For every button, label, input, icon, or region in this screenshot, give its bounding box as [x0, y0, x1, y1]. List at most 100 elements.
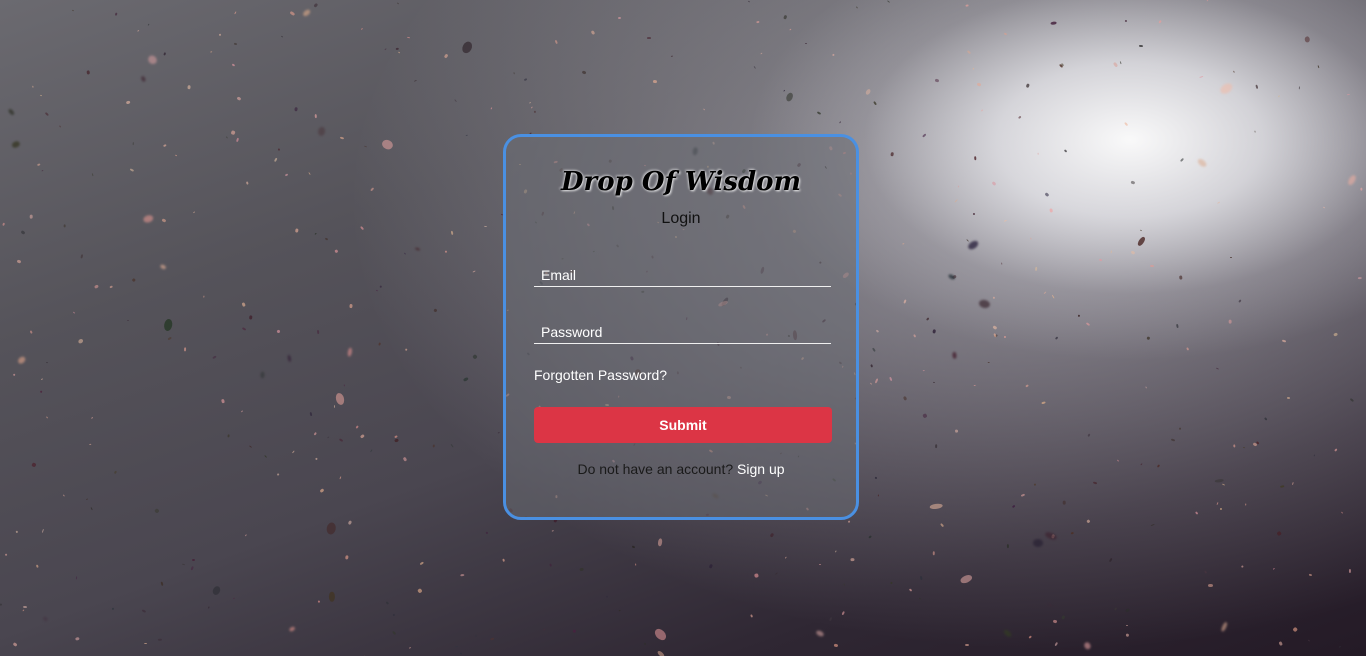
- petal-particle: [1287, 397, 1291, 399]
- petal-particle: [1170, 438, 1176, 442]
- petal-particle: [347, 520, 352, 525]
- petal-particle: [1178, 427, 1181, 431]
- petal-particle: [20, 230, 26, 235]
- petal-particle: [356, 425, 360, 429]
- petal-particle: [1141, 463, 1143, 466]
- forgot-password-link[interactable]: Forgotten Password?: [534, 367, 667, 383]
- petal-particle: [333, 404, 335, 408]
- petal-particle: [143, 643, 147, 645]
- petal-particle: [210, 585, 222, 597]
- petal-particle: [284, 173, 289, 177]
- petal-particle: [785, 556, 788, 559]
- petal-particle: [294, 228, 299, 234]
- petal-particle: [1339, 645, 1342, 648]
- petal-particle: [656, 649, 665, 656]
- petal-particle: [618, 17, 622, 20]
- petal-particle: [973, 155, 977, 161]
- petal-particle: [41, 378, 44, 381]
- petal-particle: [445, 250, 448, 254]
- petal-particle: [308, 172, 311, 176]
- password-field[interactable]: [534, 321, 831, 343]
- petal-particle: [160, 581, 164, 587]
- petal-particle: [972, 212, 975, 215]
- petal-particle: [974, 385, 976, 387]
- petal-particle: [192, 558, 195, 561]
- petal-particle: [1157, 464, 1161, 469]
- petal-particle: [142, 214, 155, 225]
- petal-particle: [12, 373, 16, 377]
- petal-particle: [1051, 294, 1055, 299]
- petal-particle: [316, 126, 326, 137]
- petal-particle: [1011, 504, 1016, 509]
- petal-particle: [534, 110, 537, 114]
- petal-particle: [912, 334, 917, 339]
- petal-particle: [1049, 207, 1054, 213]
- petal-particle: [971, 66, 974, 70]
- petal-particle: [834, 550, 837, 553]
- petal-particle: [513, 72, 516, 76]
- petal-particle: [1052, 619, 1058, 624]
- petal-particle: [1125, 633, 1129, 637]
- petal-particle: [433, 307, 438, 312]
- petal-particle: [1222, 483, 1226, 486]
- petal-particle: [345, 555, 350, 560]
- petal-particle: [1228, 319, 1233, 325]
- petal-particle: [1313, 454, 1316, 457]
- petal-particle: [1341, 511, 1344, 514]
- petal-particle: [163, 144, 167, 148]
- petal-particle: [378, 342, 382, 347]
- petal-particle: [918, 597, 921, 600]
- petal-particle: [1033, 538, 1044, 547]
- petal-particle: [1002, 628, 1013, 639]
- petal-particle: [523, 78, 528, 82]
- petal-particle: [964, 643, 969, 646]
- petal-particle: [218, 33, 221, 37]
- petal-particle: [1054, 335, 1059, 340]
- petal-particle: [375, 289, 378, 292]
- petal-particle: [276, 473, 280, 477]
- petal-particle: [395, 439, 400, 443]
- petal-particle: [1139, 229, 1143, 231]
- petal-particle: [193, 211, 196, 214]
- petal-particle: [1360, 187, 1363, 191]
- submit-button[interactable]: Submit: [534, 407, 832, 443]
- petal-particle: [397, 51, 401, 55]
- petal-particle: [839, 121, 842, 124]
- petal-particle: [1050, 21, 1057, 25]
- petal-particle: [573, 629, 577, 634]
- petal-particle: [618, 609, 621, 612]
- petal-particle: [329, 591, 336, 602]
- petal-particle: [80, 254, 84, 259]
- email-field[interactable]: [534, 264, 831, 286]
- petal-particle: [474, 635, 478, 638]
- petal-particle: [847, 520, 850, 523]
- petal-particle: [543, 628, 546, 631]
- petal-particle: [380, 138, 394, 151]
- petal-particle: [1041, 401, 1046, 404]
- signup-link[interactable]: Sign up: [737, 461, 784, 477]
- petal-particle: [139, 74, 147, 83]
- petal-particle: [920, 576, 924, 581]
- petal-particle: [1017, 115, 1022, 120]
- petal-particle: [1145, 386, 1148, 390]
- petal-particle: [346, 346, 353, 357]
- petal-particle: [965, 239, 969, 243]
- petal-particle: [309, 411, 313, 416]
- petal-particle: [359, 433, 366, 439]
- petal-particle: [1000, 262, 1002, 265]
- petal-particle: [91, 173, 94, 177]
- petal-particle: [396, 2, 400, 5]
- petal-particle: [1138, 45, 1143, 48]
- petal-particle: [37, 163, 41, 167]
- petal-particle: [314, 432, 318, 436]
- petal-particle: [1077, 314, 1080, 317]
- petal-particle: [113, 470, 117, 474]
- petal-particle: [77, 338, 84, 345]
- petal-particle: [903, 395, 908, 401]
- petal-particle: [753, 573, 759, 579]
- petal-particle: [769, 532, 775, 538]
- petal-particle: [274, 157, 278, 163]
- petal-particle: [1186, 347, 1190, 352]
- petal-particle: [249, 314, 253, 320]
- petal-particle: [901, 242, 905, 245]
